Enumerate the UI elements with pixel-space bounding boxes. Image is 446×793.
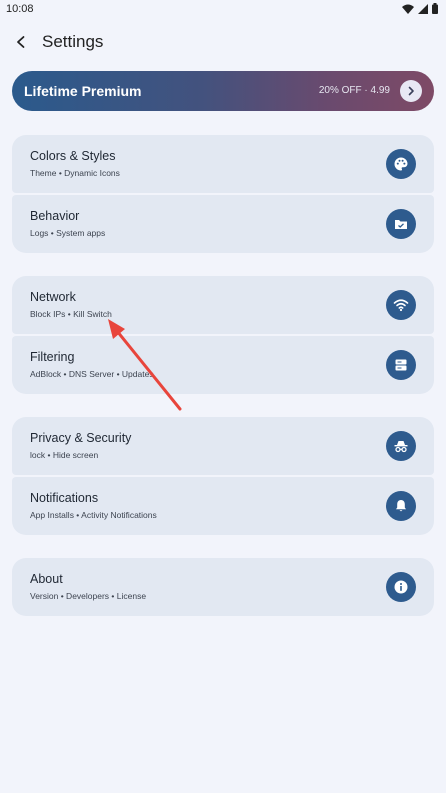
status-time: 10:08 <box>6 3 34 15</box>
folder-icon <box>386 209 416 239</box>
item-subtitle: Version • Developers • License <box>30 591 147 601</box>
settings-item-network[interactable]: Network Block IPs • Kill Switch <box>12 276 434 334</box>
status-icons <box>402 3 438 14</box>
item-subtitle: AdBlock • DNS Server • Updates <box>30 369 154 379</box>
bell-icon <box>386 491 416 521</box>
status-bar: 10:08 <box>0 0 446 20</box>
settings-item-privacy-security[interactable]: Privacy & Security lock • Hide screen <box>12 417 434 475</box>
settings-group-privacy: Privacy & Security lock • Hide screen No… <box>12 417 434 535</box>
item-subtitle: Theme • Dynamic Icons <box>30 168 120 178</box>
page-title: Settings <box>42 32 104 51</box>
item-title: Behavior <box>30 209 80 223</box>
item-subtitle: App Installs • Activity Notifications <box>30 510 157 520</box>
info-icon <box>386 572 416 602</box>
signal-icon <box>418 3 428 14</box>
item-title: Privacy & Security <box>30 431 132 445</box>
item-subtitle: lock • Hide screen <box>30 450 99 460</box>
settings-group-about: About Version • Developers • License <box>12 558 434 616</box>
back-arrow-icon <box>17 36 25 48</box>
settings-item-colors-styles[interactable]: Colors & Styles Theme • Dynamic Icons <box>12 135 434 193</box>
premium-banner[interactable]: Lifetime Premium 20% OFF · 4.99 <box>12 71 434 111</box>
settings-group-appearance: Colors & Styles Theme • Dynamic Icons Be… <box>12 135 434 253</box>
settings-item-behavior[interactable]: Behavior Logs • System apps <box>12 195 434 253</box>
battery-icon <box>432 3 438 14</box>
wifi-icon <box>386 290 416 320</box>
back-button[interactable] <box>10 31 32 53</box>
item-subtitle: Logs • System apps <box>30 228 106 238</box>
item-title: Colors & Styles <box>30 149 116 163</box>
settings-group-network: Network Block IPs • Kill Switch Filterin… <box>12 276 434 394</box>
item-title: Notifications <box>30 491 99 505</box>
item-title: About <box>30 572 63 586</box>
palette-icon <box>386 149 416 179</box>
item-title: Network <box>30 290 76 304</box>
incognito-icon <box>386 431 416 461</box>
server-icon <box>386 350 416 380</box>
annotation-arrow <box>108 319 182 411</box>
settings-item-filtering[interactable]: Filtering AdBlock • DNS Server • Updates <box>12 336 434 394</box>
settings-item-notifications[interactable]: Notifications App Installs • Activity No… <box>12 477 434 535</box>
chevron-right-icon[interactable] <box>400 80 422 102</box>
wifi-icon <box>402 4 414 14</box>
settings-item-about[interactable]: About Version • Developers • License <box>12 558 434 616</box>
app-bar: Settings <box>0 24 446 60</box>
item-subtitle: Block IPs • Kill Switch <box>30 309 112 319</box>
premium-title: Lifetime Premium <box>24 83 142 99</box>
premium-offer: 20% OFF · 4.99 <box>318 85 390 96</box>
item-title: Filtering <box>30 350 75 364</box>
